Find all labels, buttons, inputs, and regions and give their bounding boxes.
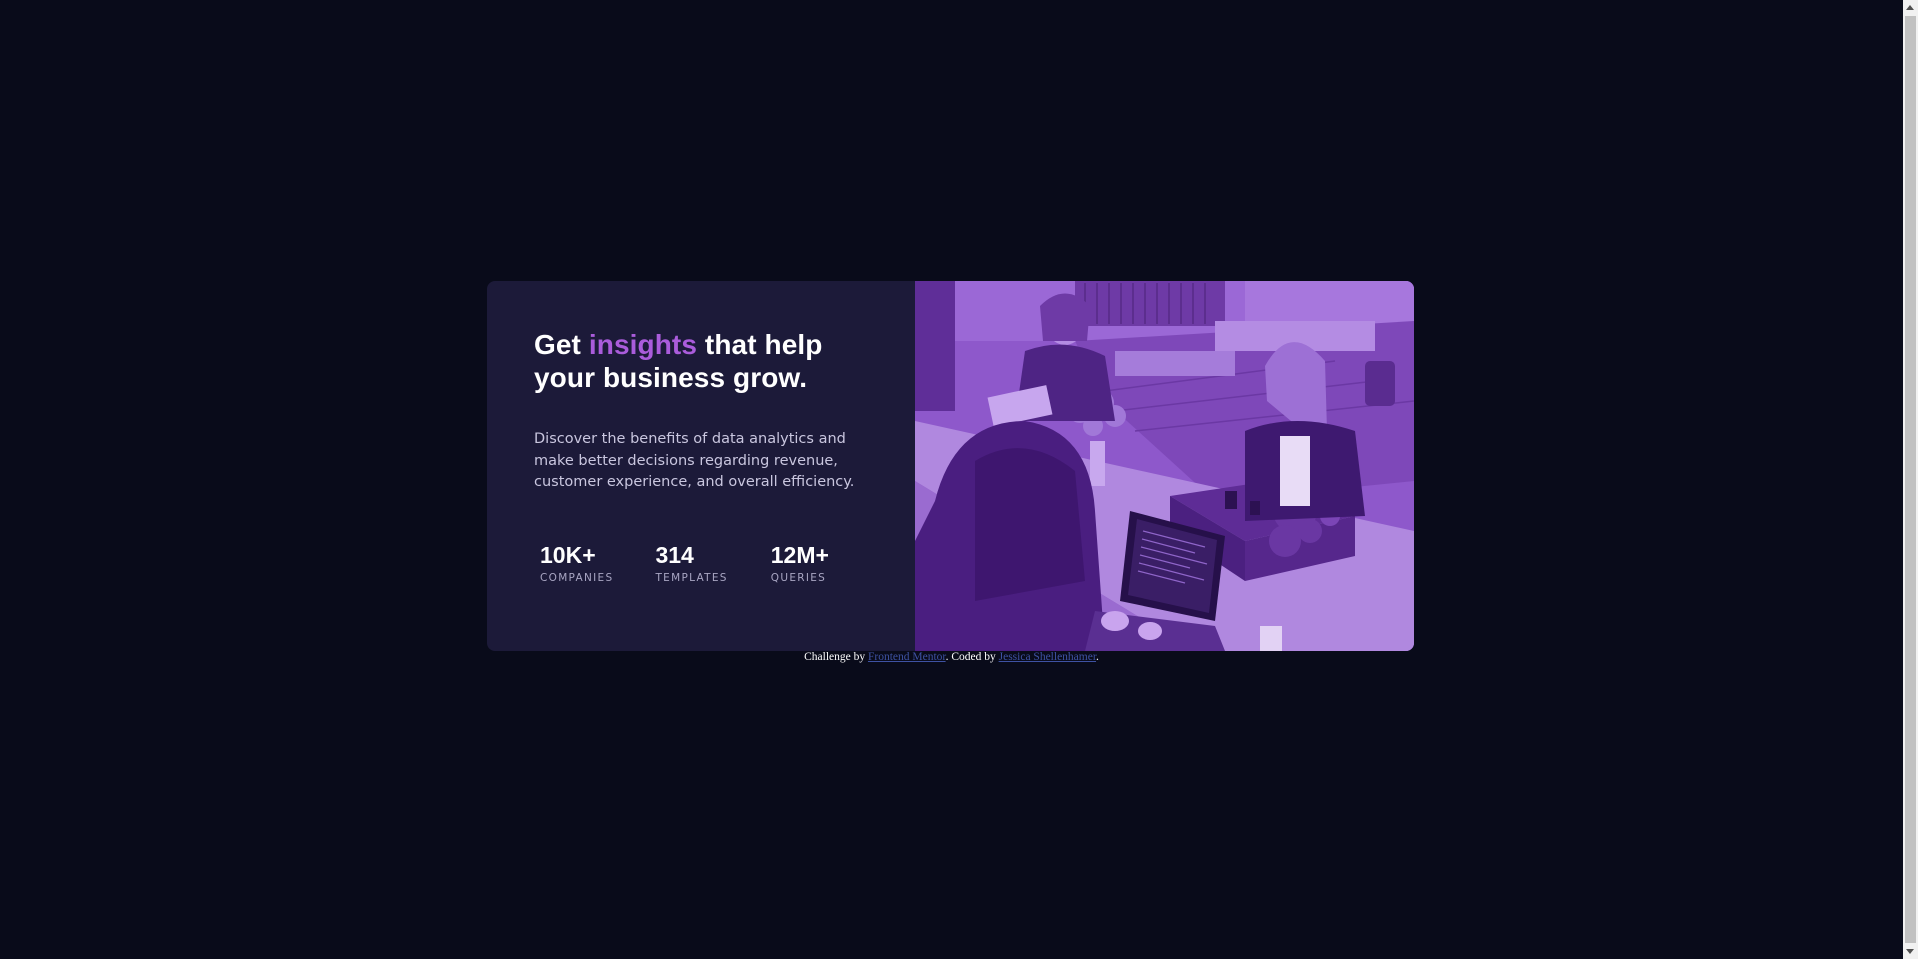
card-headline: Get insights that help your business gro… [534, 328, 868, 394]
page-scrollbar[interactable] [1903, 0, 1918, 959]
office-team-photo [915, 281, 1414, 651]
attribution: Challenge by Frontend Mentor. Coded by J… [0, 651, 1903, 663]
stat-value: 314 [655, 541, 694, 568]
stat-value: 12M+ [770, 541, 829, 568]
scroll-down-arrow-icon[interactable] [1906, 949, 1914, 954]
attribution-suffix: . [1096, 651, 1099, 663]
headline-text-before: Get [534, 329, 581, 360]
stats-row: 10K+ COMPANIES 314 TEMPLATES 12M+ QUERIE… [540, 542, 868, 584]
attribution-middle: . Coded by [945, 651, 996, 663]
frontend-mentor-link[interactable]: Frontend Mentor [868, 651, 946, 663]
stat-label: QUERIES [770, 571, 827, 584]
stat-label: COMPANIES [540, 571, 614, 584]
office-team-photo-icon [915, 281, 1414, 651]
stat-templates: 314 TEMPLATES [655, 542, 727, 584]
card-description: Discover the benefits of data analytics … [534, 431, 855, 490]
stats-preview-card: Get insights that help your business gro… [487, 281, 1414, 651]
card-text-section: Get insights that help your business gro… [487, 281, 915, 651]
stat-label: TEMPLATES [655, 571, 728, 584]
author-link[interactable]: Jessica Shellenhamer [999, 651, 1096, 663]
stat-queries: 12M+ QUERIES [771, 542, 829, 584]
scrollbar-thumb[interactable] [1905, 16, 1916, 943]
headline-accent-text: insights [588, 329, 698, 360]
stat-value: 10K+ [540, 541, 596, 568]
attribution-prefix: Challenge by [804, 651, 866, 663]
scroll-up-arrow-icon[interactable] [1906, 5, 1914, 10]
stat-companies: 10K+ COMPANIES [540, 542, 613, 584]
